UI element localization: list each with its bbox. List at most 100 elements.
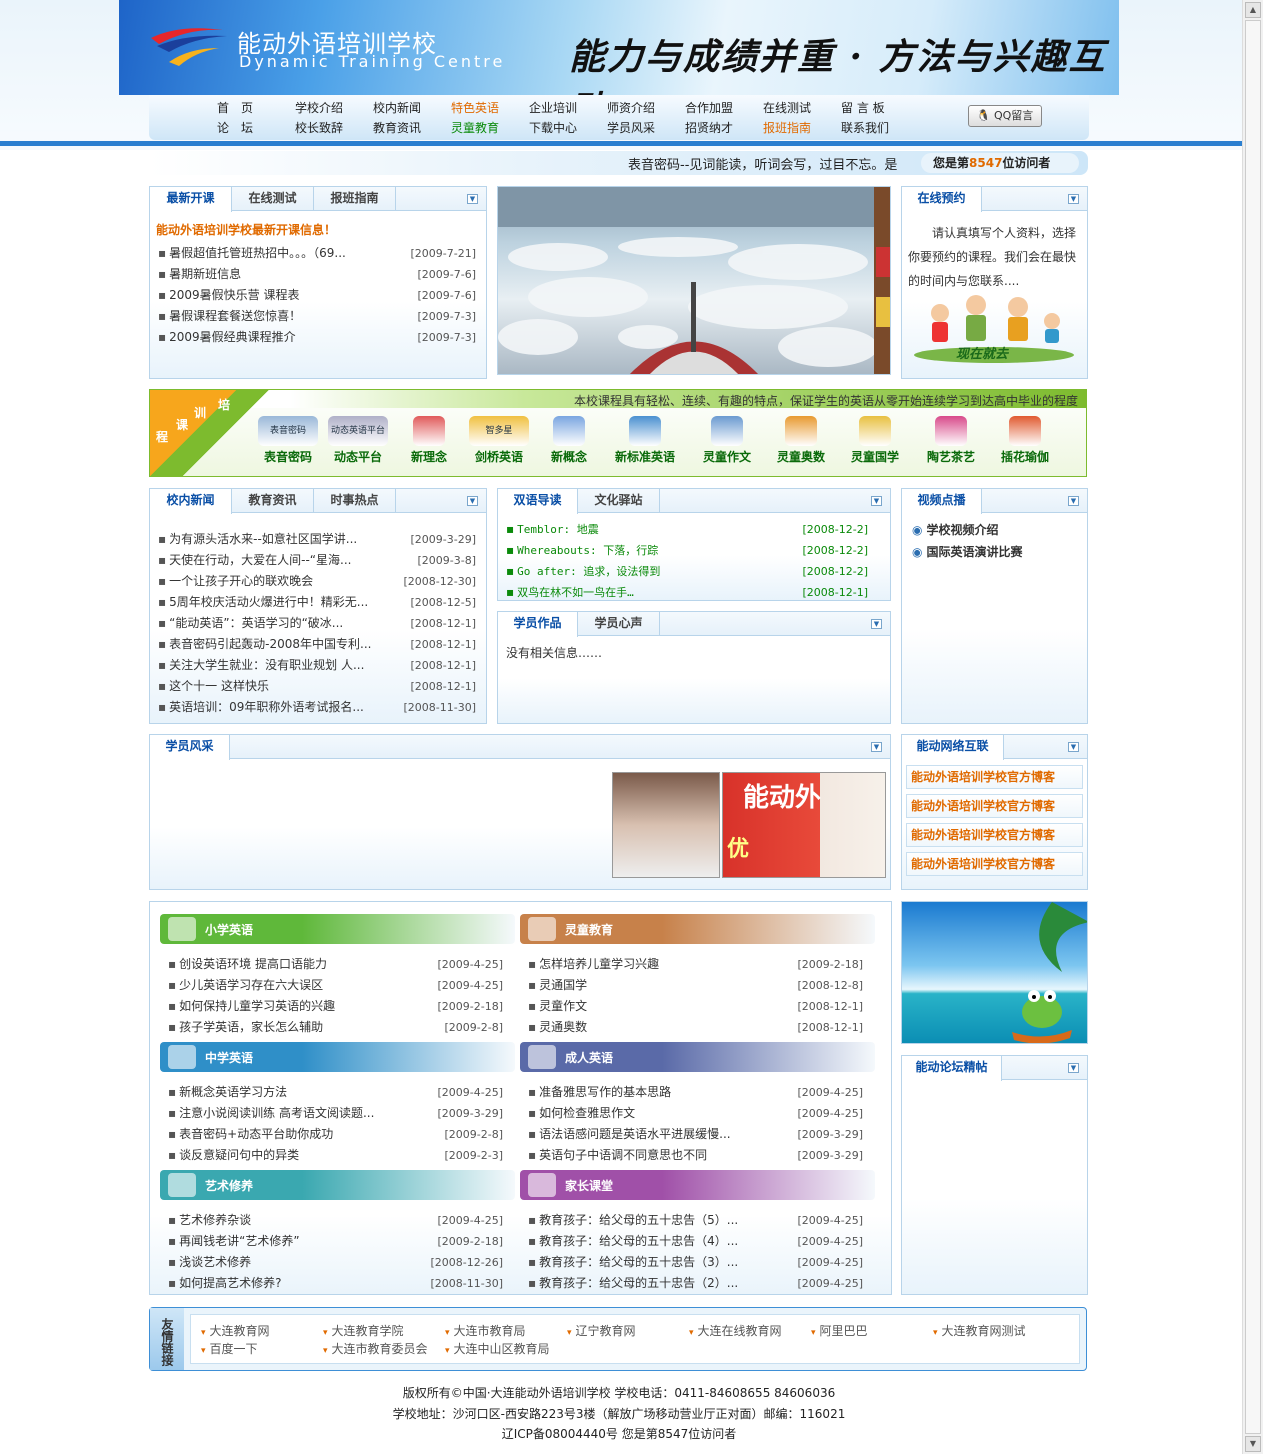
item-title[interactable]: 表音密码+动态平台助你成功 bbox=[179, 1127, 333, 1141]
tab-edu-info[interactable]: 教育资讯 bbox=[232, 489, 314, 513]
list-item[interactable]: ▪ 英语句子中语调不同意思也不同 [2009-3-29] bbox=[528, 1145, 863, 1166]
scroll-up-icon[interactable]: ▲ bbox=[1245, 2, 1261, 18]
course-item[interactable]: 智多星 剑桥英语 bbox=[464, 416, 534, 465]
more-icon[interactable]: ▼ bbox=[1068, 742, 1079, 752]
item-title[interactable]: 谈反意疑问句中的异类 bbox=[179, 1148, 299, 1162]
list-item[interactable]: ▪ 教育孩子：给父母的五十忠告（3）... [2009-4-25] bbox=[528, 1252, 863, 1273]
nav-item[interactable]: 论 坛 bbox=[217, 119, 295, 137]
booking-image[interactable]: 现在就去 bbox=[910, 293, 1078, 365]
tab-school-news[interactable]: 校内新闻 bbox=[150, 489, 232, 514]
item-title[interactable]: 教育孩子：给父母的五十忠告（3）... bbox=[539, 1255, 738, 1269]
nav-item[interactable]: 首 页 bbox=[217, 99, 295, 117]
course-item[interactable]: 灵童作文 bbox=[692, 416, 762, 465]
list-item[interactable]: ▪ 教育孩子：给父母的五十忠告（2）... [2009-4-25] bbox=[528, 1273, 863, 1294]
tab-student-style[interactable]: 学员风采 bbox=[150, 735, 230, 760]
friend-link[interactable]: 百度一下 bbox=[201, 1340, 258, 1357]
more-icon[interactable]: ▼ bbox=[871, 742, 882, 752]
list-item[interactable]: ▪ 一个让孩子开心的联欢晚会 [2008-12-30] bbox=[158, 571, 476, 592]
list-item[interactable]: ▪ 创设英语环境 提高口语能力 [2009-4-25] bbox=[168, 954, 503, 975]
tab-student-voices[interactable]: 学员心声 bbox=[578, 612, 660, 636]
list-item[interactable]: ▪ 英语培训：09年职称外语考试报名... [2008-11-30] bbox=[158, 697, 476, 718]
nav-item[interactable]: 报班指南 bbox=[763, 119, 841, 137]
item-title[interactable]: 再闻钱老讲“艺术修养” bbox=[179, 1234, 299, 1248]
item-title[interactable]: 语法语感问题是英语水平进展缓慢... bbox=[539, 1127, 730, 1141]
list-item[interactable]: ▪ 教育孩子：给父母的五十忠告（4）... [2009-4-25] bbox=[528, 1231, 863, 1252]
more-icon[interactable]: ▼ bbox=[1068, 496, 1079, 506]
more-icon[interactable]: ▼ bbox=[1068, 194, 1079, 204]
course-item[interactable]: 表音密码 表音密码 bbox=[253, 416, 323, 465]
course-item[interactable]: 动态英语平台 动态平台 bbox=[323, 416, 393, 465]
item-title[interactable]: 英语培训：09年职称外语考试报名... bbox=[169, 700, 364, 714]
nav-item[interactable]: 学校介绍 bbox=[295, 99, 373, 117]
scroll-down-icon[interactable]: ▼ bbox=[1245, 1436, 1261, 1452]
item-title[interactable]: 这个十一 这样快乐 bbox=[169, 679, 269, 693]
tab-hot-topics[interactable]: 时事热点 bbox=[314, 489, 396, 513]
tab-student-works[interactable]: 学员作品 bbox=[498, 612, 578, 637]
blog-link[interactable]: 能动外语培训学校官方博客 bbox=[906, 794, 1083, 818]
course-item[interactable]: 新概念 bbox=[534, 416, 604, 465]
item-title[interactable]: 注意小说阅读训练 高考语文阅读题... bbox=[179, 1106, 374, 1120]
item-title[interactable]: 一个让孩子开心的联欢晚会 bbox=[169, 574, 313, 588]
tab-online-test[interactable]: 在线测试 bbox=[232, 187, 314, 211]
nav-item[interactable]: 企业培训 bbox=[529, 99, 607, 117]
item-title[interactable]: 关注大学生就业：没有职业规划 人... bbox=[169, 658, 364, 672]
item-title[interactable]: Go after: 追求，设法得到 bbox=[517, 565, 660, 578]
item-title[interactable]: 少儿英语学习存在六大误区 bbox=[179, 978, 323, 992]
list-item[interactable]: ▪ Go after: 追求，设法得到 [2008-12-2] bbox=[506, 561, 868, 582]
list-item[interactable]: ▪ 双鸟在林不如一鸟在手… [2008-12-1] bbox=[506, 582, 868, 603]
list-item[interactable]: ▪ 怎样培养儿童学习兴趣 [2009-2-18] bbox=[528, 954, 863, 975]
list-item[interactable]: ▪ 天使在行动，大爱在人间--“星海... [2009-3-8] bbox=[158, 550, 476, 571]
friend-link[interactable]: 大连教育学院 bbox=[323, 1322, 404, 1339]
nav-item[interactable]: 特色英语 bbox=[451, 99, 529, 117]
item-title[interactable]: 灵童作文 bbox=[539, 999, 587, 1013]
item-title[interactable]: 如何保持儿童学习英语的兴趣 bbox=[179, 999, 335, 1013]
student-photo-2[interactable]: 能动外 优 bbox=[722, 772, 886, 878]
more-icon[interactable]: ▼ bbox=[467, 194, 478, 204]
item-title[interactable]: 教育孩子：给父母的五十忠告（5）... bbox=[539, 1213, 738, 1227]
nav-item[interactable]: 学员风采 bbox=[607, 119, 685, 137]
tab-forum[interactable]: 能动论坛精帖 bbox=[902, 1056, 1002, 1081]
list-item[interactable]: ▪ 灵通奥数 [2008-12-1] bbox=[528, 1017, 863, 1038]
item-title[interactable]: 2009暑假快乐营 课程表 bbox=[169, 288, 299, 302]
list-item[interactable]: ▪ 为有源头活水来--如意社区国学讲... [2009-3-29] bbox=[158, 529, 476, 550]
course-item[interactable]: 灵童国学 bbox=[840, 416, 910, 465]
nav-item[interactable]: 师资介绍 bbox=[607, 99, 685, 117]
list-item[interactable]: ▪ 关注大学生就业：没有职业规划 人... [2008-12-1] bbox=[158, 655, 476, 676]
item-title[interactable]: 灵通国学 bbox=[539, 978, 587, 992]
more-icon[interactable]: ▼ bbox=[1068, 1063, 1079, 1073]
tab-video[interactable]: 视频点播 bbox=[902, 489, 982, 514]
tab-network[interactable]: 能动网络互联 bbox=[902, 735, 1004, 760]
course-item[interactable]: 新理念 bbox=[394, 416, 464, 465]
section-header[interactable]: 家长课堂 bbox=[520, 1170, 875, 1200]
section-header[interactable]: 中学英语 bbox=[160, 1042, 515, 1072]
list-item[interactable]: ▪ 灵通国学 [2008-12-8] bbox=[528, 975, 863, 996]
blog-link[interactable]: 能动外语培训学校官方博客 bbox=[906, 823, 1083, 847]
nav-item[interactable]: 下载中心 bbox=[529, 119, 607, 137]
nav-item[interactable]: 教育资讯 bbox=[373, 119, 451, 137]
section-header[interactable]: 艺术修养 bbox=[160, 1170, 515, 1200]
friend-link[interactable]: 大连在线教育网 bbox=[689, 1322, 782, 1339]
item-title[interactable]: 新概念英语学习方法 bbox=[179, 1085, 287, 1099]
list-item[interactable]: ▪ “能动英语”：英语学习的“破冰... [2008-12-1] bbox=[158, 613, 476, 634]
nav-item[interactable]: 留 言 板 bbox=[841, 99, 919, 117]
section-header[interactable]: 小学英语 bbox=[160, 914, 515, 944]
nav-item[interactable]: 合作加盟 bbox=[685, 99, 763, 117]
list-item[interactable]: ▪ 如何保持儿童学习英语的兴趣 [2009-2-18] bbox=[168, 996, 503, 1017]
item-title[interactable]: 教育孩子：给父母的五十忠告（4）... bbox=[539, 1234, 738, 1248]
list-item[interactable]: ▪ 暑假课程套餐送您惊喜！ [2009-7-3] bbox=[158, 306, 476, 327]
student-photo-1[interactable] bbox=[612, 772, 720, 878]
item-title[interactable]: 双鸟在林不如一鸟在手… bbox=[517, 586, 634, 599]
friend-link[interactable]: 大连市教育委员会 bbox=[323, 1340, 428, 1357]
new-class-headline[interactable]: 能动外语培训学校最新开课信息！ bbox=[156, 221, 336, 238]
item-title[interactable]: 如何提高艺术修养? bbox=[179, 1276, 281, 1290]
item-title[interactable]: 暑假超值托管班热招中。。。（69... bbox=[169, 246, 346, 260]
tab-enroll-guide[interactable]: 报班指南 bbox=[314, 187, 396, 211]
list-item[interactable]: ▪ 浅谈艺术修养 [2008-12-26] bbox=[168, 1252, 503, 1273]
list-item[interactable]: ▪ 准备雅思写作的基本思路 [2009-4-25] bbox=[528, 1082, 863, 1103]
item-title[interactable]: 教育孩子：给父母的五十忠告（2）... bbox=[539, 1276, 738, 1290]
list-item[interactable]: ▪ 表音密码+动态平台助你成功 [2009-2-8] bbox=[168, 1124, 503, 1145]
list-item[interactable]: ▪ 少儿英语学习存在六大误区 [2009-4-25] bbox=[168, 975, 503, 996]
more-icon[interactable]: ▼ bbox=[871, 619, 882, 629]
list-item[interactable]: ▪ 谈反意疑问句中的异类 [2009-2-3] bbox=[168, 1145, 503, 1166]
course-item[interactable]: 新标准英语 bbox=[610, 416, 680, 465]
